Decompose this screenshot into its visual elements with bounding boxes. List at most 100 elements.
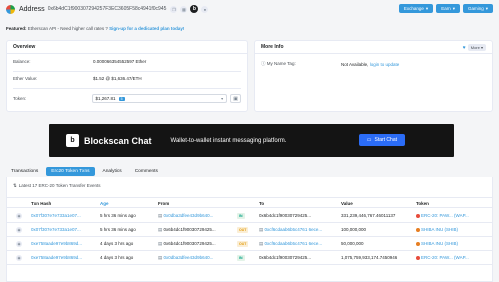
token-count-badge: 5: [118, 96, 125, 101]
more-info-card: More Info ♥ More ▾ ⓘ My Name Tag: Not Av…: [254, 40, 493, 112]
name-tag-row: ⓘ My Name Tag: Not Available, login to u…: [261, 61, 486, 67]
exchange-button[interactable]: Exchange ▾: [398, 4, 434, 13]
more-button[interactable]: More ▾: [467, 44, 486, 51]
age-cell: 4 days 3 hrs ago: [100, 241, 134, 246]
value-cell: 100,000,000: [341, 227, 367, 232]
chevron-down-icon: ▾: [452, 5, 455, 11]
tab-transactions[interactable]: Transactions: [6, 167, 43, 176]
page-title: Address: [19, 5, 45, 13]
age-cell: 4 days 3 hrs ago: [100, 255, 134, 260]
featured-notice: Featured: Etherscan API - Need higher ca…: [6, 26, 184, 31]
ether-value: $1.52 @ $1,636.47/ETH: [93, 76, 142, 81]
token-icon: [416, 241, 420, 246]
eye-icon[interactable]: ◉: [16, 241, 22, 247]
tab-erc20-token-txns[interactable]: Erc20 Token Txns: [46, 167, 95, 176]
token-link[interactable]: SHIBA INU (SHIB): [416, 241, 458, 246]
token-icon: [416, 255, 420, 260]
token-label: Token:: [13, 96, 27, 101]
chevron-down-icon: ▾: [485, 5, 488, 11]
start-chat-button[interactable]: ▭ Start Chat: [358, 134, 405, 146]
address-hash: 0x6b4dC1f900307294257F3EC3605F58c4941f0c…: [47, 6, 167, 12]
table-row: ◉ 0x07f307e7e733a1e07... 5 hrs 36 mins a…: [7, 209, 492, 223]
age-cell: 5 hrs 36 mins ago: [100, 213, 136, 218]
token-link[interactable]: ERC-20: PAW... (WAP...: [416, 255, 469, 260]
name-tag-label: ⓘ My Name Tag:: [261, 61, 296, 66]
age-cell: 5 hrs 36 mins ago: [100, 227, 136, 232]
txn-hash-link[interactable]: 0xe758aade97e9b869d...: [31, 255, 82, 260]
address-header: Address 0x6b4dC1f900307294257F3EC3605F58…: [0, 0, 499, 18]
heart-icon[interactable]: ♥: [463, 45, 466, 51]
table-row: ◉ 0xe758aade97e9b869d... 4 days 3 hrs ag…: [7, 237, 492, 251]
chat-icon[interactable]: ●: [201, 5, 209, 13]
overview-card: Overview Balance: 0.000066354552597 Ethe…: [6, 40, 248, 112]
earn-button[interactable]: Earn ▾: [436, 4, 460, 13]
from-cell[interactable]: ▤ 0x0dba3dfee43d9b640...: [158, 255, 213, 261]
balance-label: Balance:: [13, 59, 31, 64]
name-tag-value: Not Available, login to update: [341, 61, 400, 67]
token-dropdown[interactable]: $1,267.81 5 ▾: [91, 94, 228, 103]
txn-hash-link[interactable]: 0x07f307e7e733a1e07...: [31, 213, 81, 218]
more-info-title: More Info: [255, 41, 492, 54]
blockscan-b-icon[interactable]: b: [190, 5, 199, 13]
contract-icon: ▤: [158, 227, 163, 232]
direction-badge: IN: [237, 255, 245, 261]
txn-hash-link[interactable]: 0xe758aade97e9b869d...: [31, 241, 82, 246]
value-cell: 331,239,446,767.46011137: [341, 213, 396, 218]
table-header: Txn Hash Age From To Value Token: [7, 197, 492, 208]
wallet-icon[interactable]: ▣: [230, 94, 241, 103]
table-row: ◉ 0xe758aade97e9b869d... 4 days 3 hrs ag…: [7, 251, 492, 265]
contract-icon: ▤: [259, 241, 264, 246]
chevron-down-icon: ▾: [425, 5, 429, 11]
token-icon: [416, 213, 420, 218]
value-cell: 50,000,000: [341, 241, 364, 246]
chat-bubble-icon: ▭: [366, 137, 372, 143]
login-to-update-link[interactable]: login to update: [370, 62, 400, 67]
txn-hash-link[interactable]: 0x07f307e7e733a1e07...: [31, 227, 81, 232]
from-cell: ▤ 0x6b4dc1f90030729425...: [158, 227, 216, 232]
featured-link[interactable]: Sign-up for a dedicated plan today!: [109, 26, 184, 31]
token-icon: [416, 227, 420, 232]
tab-analytics[interactable]: Analytics: [98, 167, 127, 176]
token-transfers-table: ⇅ Latest 17 ERC-20 Token Transfer Events…: [6, 177, 493, 282]
sort-icon: ⇅: [13, 183, 17, 188]
banner-tagline: Wallet-to-wallet instant messaging platf…: [170, 137, 287, 144]
featured-label: Featured:: [6, 26, 27, 31]
eye-icon[interactable]: ◉: [16, 227, 22, 233]
contract-icon: ▤: [158, 241, 163, 246]
tab-comments[interactable]: Comments: [130, 167, 163, 176]
table-row: ◉ 0x07f307e7e733a1e07... 5 hrs 36 mins a…: [7, 223, 492, 237]
qr-code-icon[interactable]: ▦: [180, 5, 188, 13]
chevron-down-icon: ▾: [221, 96, 224, 101]
col-txn-hash: Txn Hash: [31, 201, 52, 206]
direction-badge: OUT: [237, 227, 249, 233]
gaming-button[interactable]: Gaming ▾: [462, 4, 493, 13]
ether-value-label: Ether Value:: [13, 76, 38, 81]
contract-icon: ▤: [158, 213, 163, 218]
contract-icon: ▤: [259, 227, 264, 232]
eye-icon[interactable]: ◉: [16, 213, 22, 219]
direction-badge: OUT: [237, 241, 249, 247]
to-cell: 0x6b4dc1f90030729425...: [259, 255, 312, 260]
chevron-down-icon: ▾: [480, 45, 483, 50]
to-cell: 0x6b4dc1f90030729425...: [259, 213, 312, 218]
balance-row: Balance: 0.000066354552597 Ether: [13, 59, 241, 64]
col-token: Token: [416, 201, 429, 206]
token-row: Token: $1,267.81 5 ▾ ▣: [13, 94, 241, 103]
blockscan-chat-banner[interactable]: b Blockscan Chat Wallet-to-wallet instan…: [49, 124, 454, 157]
to-cell[interactable]: ▤ 0xcf6cdaab6b5c4761 6ece...: [259, 227, 322, 233]
eye-icon[interactable]: ◉: [16, 255, 22, 261]
more-info-actions: ♥ More ▾: [463, 44, 486, 51]
copy-icon[interactable]: ❐: [170, 5, 178, 13]
info-icon: ⓘ: [261, 61, 266, 66]
col-age[interactable]: Age: [100, 201, 109, 206]
featured-text: Etherscan API - Need higher call rates ?: [27, 26, 108, 31]
from-cell[interactable]: ▤ 0x0dba3dfee43d9b640...: [158, 213, 213, 219]
contract-icon: ▤: [158, 255, 163, 260]
to-cell[interactable]: ▤ 0xcf6cdaab6b5c4761 6ece...: [259, 241, 322, 247]
latest-events-text: ⇅ Latest 17 ERC-20 Token Transfer Events: [13, 183, 101, 188]
address-identicon-icon: [6, 4, 15, 14]
token-link[interactable]: SHIBA INU (SHIB): [416, 227, 458, 232]
token-link[interactable]: ERC-20: PAW... (WAP...: [416, 213, 469, 218]
tab-bar: Transactions Erc20 Token Txns Analytics …: [6, 167, 163, 176]
value-cell: 1,075,759,933,174.7450946: [341, 255, 398, 260]
